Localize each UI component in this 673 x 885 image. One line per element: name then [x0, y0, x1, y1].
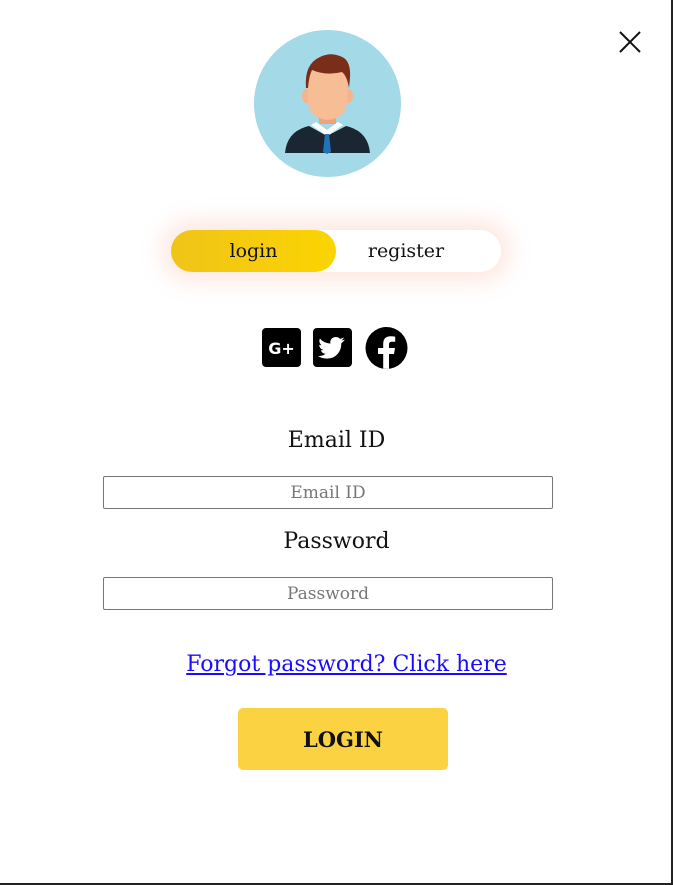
forgot-password-link[interactable]: Forgot password? Click here: [0, 652, 673, 677]
login-button[interactable]: LOGIN: [238, 708, 448, 770]
google-plus-icon: G+: [262, 328, 301, 367]
auth-mode-toggle: register login: [171, 230, 501, 272]
email-field[interactable]: [103, 476, 553, 509]
tab-register[interactable]: register: [321, 230, 491, 272]
google-plus-button[interactable]: G+: [261, 327, 302, 368]
twitter-button[interactable]: [312, 327, 353, 368]
close-button[interactable]: [615, 27, 645, 57]
password-field[interactable]: [103, 577, 553, 610]
twitter-icon: [313, 328, 352, 367]
user-avatar-icon: [254, 30, 401, 177]
facebook-icon: [365, 327, 408, 369]
facebook-button[interactable]: [364, 327, 408, 369]
avatar: [254, 30, 401, 177]
password-label: Password: [283, 529, 390, 554]
svg-text:G+: G+: [268, 339, 295, 358]
close-icon: [619, 31, 641, 53]
tab-login[interactable]: login: [171, 230, 336, 272]
email-label: Email ID: [287, 428, 386, 453]
